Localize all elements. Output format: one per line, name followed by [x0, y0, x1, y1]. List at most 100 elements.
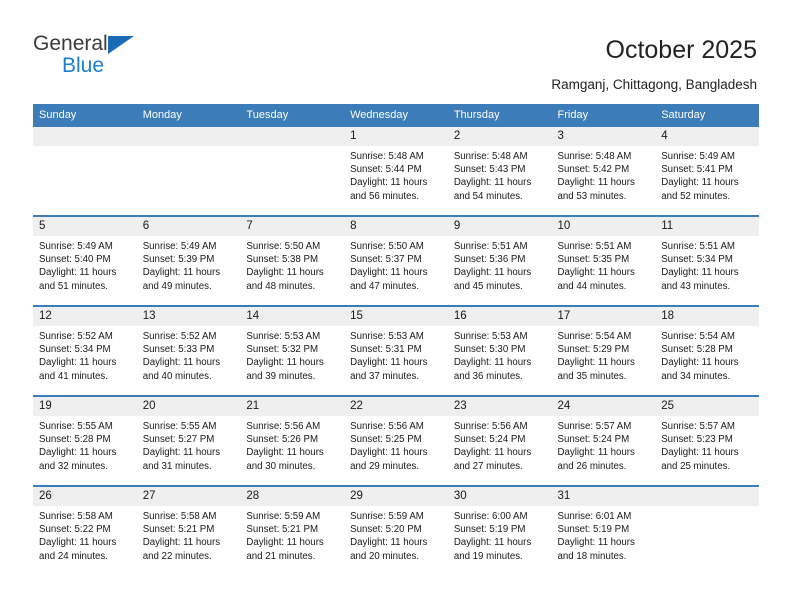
- day-details: Sunrise: 5:55 AM Sunset: 5:27 PM Daylight:…: [137, 416, 241, 473]
- calendar-table: Sunday Monday Tuesday Wednesday Thursday Frid…: [33, 104, 759, 576]
- day-number: [136, 127, 241, 146]
- day-detail-line: Sunrise: 5:54 AM: [661, 331, 735, 342]
- calendar-week-row: 26 Sunrise: 5:58 AM Sunset: 5:22 PM Dayligh…: [33, 485, 759, 576]
- day-detail-line: Sunrise: 5:56 AM: [453, 421, 528, 432]
- day-details: Sunrise: 5:59 AM Sunset: 5:21 PM Daylight:…: [240, 506, 344, 563]
- calendar-week-row: 5 Sunrise: 5:49 AM Sunset: 5:40 PM Daylight…: [33, 215, 759, 306]
- calendar-day-cell[interactable]: 29 Sunrise: 5:59 AM Sunset: 5:20 PM Dayligh…: [344, 485, 448, 576]
- day-number: 19: [33, 397, 137, 416]
- day-detail-line: Sunrise: 5:58 AM: [39, 511, 113, 522]
- day-details: Sunrise: 5:49 AM Sunset: 5:40 PM Daylight:…: [33, 236, 137, 293]
- calendar-day-cell[interactable]: 24 Sunrise: 5:57 AM Sunset: 5:24 PM Dayligh…: [551, 395, 656, 486]
- calendar-day-cell[interactable]: 27 Sunrise: 5:58 AM Sunset: 5:21 PM Dayligh…: [136, 485, 241, 576]
- day-details: Sunrise: 5:51 AM Sunset: 5:34 PM Daylight:…: [655, 236, 759, 293]
- day-number: 29: [344, 487, 448, 506]
- calendar-day-cell[interactable]: 22 Sunrise: 5:56 AM Sunset: 5:25 PM Dayligh…: [344, 395, 448, 486]
- calendar-day-cell[interactable]: 7 Sunrise: 5:50 AM Sunset: 5:38 PM Daylight…: [240, 215, 345, 306]
- calendar-day-cell[interactable]: 31 Sunrise: 6:01 AM Sunset: 5:19 PM Dayligh…: [551, 485, 656, 576]
- calendar-day-cell[interactable]: 28 Sunrise: 5:59 AM Sunset: 5:21 PM Dayligh…: [240, 485, 345, 576]
- calendar-week-row: 12 Sunrise: 5:52 AM Sunset: 5:34 PM Dayligh…: [33, 305, 759, 396]
- day-detail-line: Sunset: 5:28 PM: [39, 434, 111, 446]
- day-number: 24: [551, 397, 656, 416]
- day-details: Sunrise: 5:49 AM Sunset: 5:39 PM Daylight:…: [137, 236, 241, 293]
- day-detail-line: Sunrise: 5:53 AM: [350, 331, 424, 342]
- day-detail-line: Sunset: 5:27 PM: [142, 434, 215, 446]
- calendar-day-cell[interactable]: 5 Sunrise: 5:49 AM Sunset: 5:40 PM Daylight…: [33, 215, 137, 306]
- calendar-day-cell[interactable]: 14 Sunrise: 5:53 AM Sunset: 5:32 PM Dayligh…: [240, 305, 345, 396]
- day-detail-line: Sunrise: 5:52 AM: [39, 331, 113, 342]
- calendar-day-cell[interactable]: 23 Sunrise: 5:56 AM Sunset: 5:24 PM Dayligh…: [447, 395, 552, 486]
- day-detail-line: Sunset: 5:34 PM: [39, 344, 111, 356]
- day-number: 14: [240, 307, 345, 326]
- calendar-day-cell[interactable]: 2 Sunrise: 5:48 AM Sunset: 5:43 PM Daylight…: [447, 125, 552, 216]
- day-details: Sunrise: 5:58 AM Sunset: 5:21 PM Daylight:…: [137, 506, 241, 563]
- calendar-day-cell[interactable]: 8 Sunrise: 5:50 AM Sunset: 5:37 PM Daylight…: [344, 215, 448, 306]
- day-number: 7: [240, 217, 345, 236]
- day-detail-line: Daylight: 11 hours: [39, 537, 117, 549]
- calendar-day-cell[interactable]: 13 Sunrise: 5:52 AM Sunset: 5:33 PM Dayligh…: [136, 305, 241, 396]
- calendar-day-cell[interactable]: 18 Sunrise: 5:54 AM Sunset: 5:28 PM Dayligh…: [655, 305, 759, 396]
- brand-logo[interactable]: General Blue: [33, 32, 233, 82]
- calendar-day-cell[interactable]: 21 Sunrise: 5:56 AM Sunset: 5:26 PM Dayligh…: [240, 395, 345, 486]
- calendar-day-cell[interactable]: 12 Sunrise: 5:52 AM Sunset: 5:34 PM Dayligh…: [33, 305, 137, 396]
- day-detail-line: Sunset: 5:22 PM: [39, 524, 111, 536]
- day-details: Sunrise: 5:56 AM Sunset: 5:24 PM Daylight:…: [448, 416, 552, 473]
- day-detail-line: and 37 minutes.: [350, 370, 420, 382]
- day-detail-line: and 18 minutes.: [557, 550, 627, 562]
- calendar-day-cell[interactable]: 9 Sunrise: 5:51 AM Sunset: 5:36 PM Daylight…: [447, 215, 552, 306]
- day-detail-line: and 24 minutes.: [39, 550, 108, 562]
- day-detail-line: and 51 minutes.: [39, 280, 108, 292]
- calendar-day-cell[interactable]: 1 Sunrise: 5:48 AM Sunset: 5:44 PM Daylight…: [344, 125, 448, 216]
- day-detail-line: Daylight: 11 hours: [557, 267, 635, 279]
- calendar-day-cell[interactable]: 16 Sunrise: 5:53 AM Sunset: 5:30 PM Dayligh…: [447, 305, 552, 396]
- day-details: Sunrise: 5:57 AM Sunset: 5:23 PM Daylight:…: [655, 416, 759, 473]
- day-detail-line: Sunrise: 5:48 AM: [453, 151, 528, 162]
- calendar-day-cell[interactable]: 25 Sunrise: 5:57 AM Sunset: 5:23 PM Dayligh…: [655, 395, 759, 486]
- day-details: Sunrise: 5:56 AM Sunset: 5:26 PM Daylight:…: [240, 416, 344, 473]
- calendar-day-cell[interactable]: 6 Sunrise: 5:49 AM Sunset: 5:39 PM Daylight…: [136, 215, 241, 306]
- calendar-day-cell[interactable]: 19 Sunrise: 5:55 AM Sunset: 5:28 PM Dayligh…: [33, 395, 137, 486]
- calendar-day-cell[interactable]: 10 Sunrise: 5:51 AM Sunset: 5:35 PM Dayligh…: [551, 215, 656, 306]
- day-detail-line: Sunrise: 5:59 AM: [246, 511, 321, 522]
- day-number: 10: [551, 217, 656, 236]
- calendar-day-cell[interactable]: 20 Sunrise: 5:55 AM Sunset: 5:27 PM Dayligh…: [136, 395, 241, 486]
- day-detail-line: and 47 minutes.: [350, 280, 420, 292]
- day-number: 9: [447, 217, 552, 236]
- day-detail-line: and 54 minutes.: [453, 190, 523, 202]
- day-detail-line: Sunrise: 5:51 AM: [557, 241, 632, 252]
- day-number: [655, 487, 759, 506]
- day-details: Sunrise: 5:54 AM Sunset: 5:29 PM Daylight:…: [552, 326, 656, 383]
- calendar-day-cell[interactable]: 4 Sunrise: 5:49 AM Sunset: 5:41 PM Daylight…: [655, 125, 759, 216]
- day-details: Sunrise: 5:57 AM Sunset: 5:24 PM Daylight:…: [552, 416, 656, 473]
- day-detail-line: Daylight: 11 hours: [350, 447, 428, 459]
- day-detail-line: Sunset: 5:44 PM: [350, 164, 422, 176]
- day-number: 12: [33, 307, 137, 326]
- day-detail-line: Sunset: 5:25 PM: [350, 434, 422, 446]
- calendar-day-cell[interactable]: 17 Sunrise: 5:54 AM Sunset: 5:29 PM Dayligh…: [551, 305, 656, 396]
- day-detail-line: Sunrise: 5:49 AM: [39, 241, 113, 252]
- calendar-day-cell[interactable]: 11 Sunrise: 5:51 AM Sunset: 5:34 PM Dayligh…: [655, 215, 759, 306]
- calendar-day-cell[interactable]: 26 Sunrise: 5:58 AM Sunset: 5:22 PM Dayligh…: [33, 485, 137, 576]
- day-detail-line: Daylight: 11 hours: [661, 447, 739, 459]
- calendar-day-cell[interactable]: 15 Sunrise: 5:53 AM Sunset: 5:31 PM Dayligh…: [344, 305, 448, 396]
- calendar-day-cell[interactable]: 3 Sunrise: 5:48 AM Sunset: 5:42 PM Daylight…: [551, 125, 656, 216]
- calendar-empty-cell: [136, 125, 241, 216]
- day-detail-line: Sunrise: 5:55 AM: [39, 421, 113, 432]
- day-number: 31: [551, 487, 656, 506]
- day-detail-line: and 39 minutes.: [246, 370, 316, 382]
- day-details: Sunrise: 5:51 AM Sunset: 5:35 PM Daylight:…: [552, 236, 656, 293]
- day-detail-line: Sunset: 5:32 PM: [246, 344, 319, 356]
- day-detail-line: Sunrise: 6:00 AM: [453, 511, 528, 522]
- day-detail-line: Daylight: 11 hours: [453, 537, 532, 549]
- day-detail-line: and 36 minutes.: [453, 370, 523, 382]
- calendar-day-cell[interactable]: 30 Sunrise: 6:00 AM Sunset: 5:19 PM Dayligh…: [447, 485, 552, 576]
- day-number: 6: [136, 217, 241, 236]
- day-number: 15: [344, 307, 448, 326]
- day-detail-line: Sunrise: 5:51 AM: [453, 241, 528, 252]
- day-detail-line: Daylight: 11 hours: [557, 447, 635, 459]
- day-detail-line: Sunrise: 5:48 AM: [557, 151, 632, 162]
- day-detail-line: Daylight: 11 hours: [142, 357, 221, 369]
- calendar-week-row: 19 Sunrise: 5:55 AM Sunset: 5:28 PM Dayligh…: [33, 395, 759, 486]
- day-detail-line: Sunrise: 5:57 AM: [557, 421, 632, 432]
- day-number: 16: [447, 307, 552, 326]
